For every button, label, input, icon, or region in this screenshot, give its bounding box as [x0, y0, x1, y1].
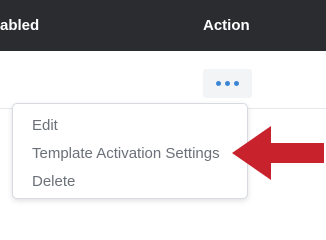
more-horizontal-icon — [234, 81, 239, 86]
more-actions-button[interactable] — [203, 69, 252, 98]
menu-item-template-activation-settings[interactable]: Template Activation Settings — [32, 144, 220, 164]
more-horizontal-icon — [225, 81, 230, 86]
actions-dropdown-menu: Edit Template Activation Settings Delete — [12, 103, 248, 199]
column-header-enabled: abled — [0, 17, 40, 34]
menu-item-delete[interactable]: Delete — [32, 172, 75, 192]
menu-item-edit[interactable]: Edit — [32, 116, 58, 136]
arrow-left-icon — [232, 126, 324, 180]
table-header: abled Action — [0, 0, 326, 51]
more-horizontal-icon — [216, 81, 221, 86]
column-header-action: Action — [203, 17, 250, 34]
